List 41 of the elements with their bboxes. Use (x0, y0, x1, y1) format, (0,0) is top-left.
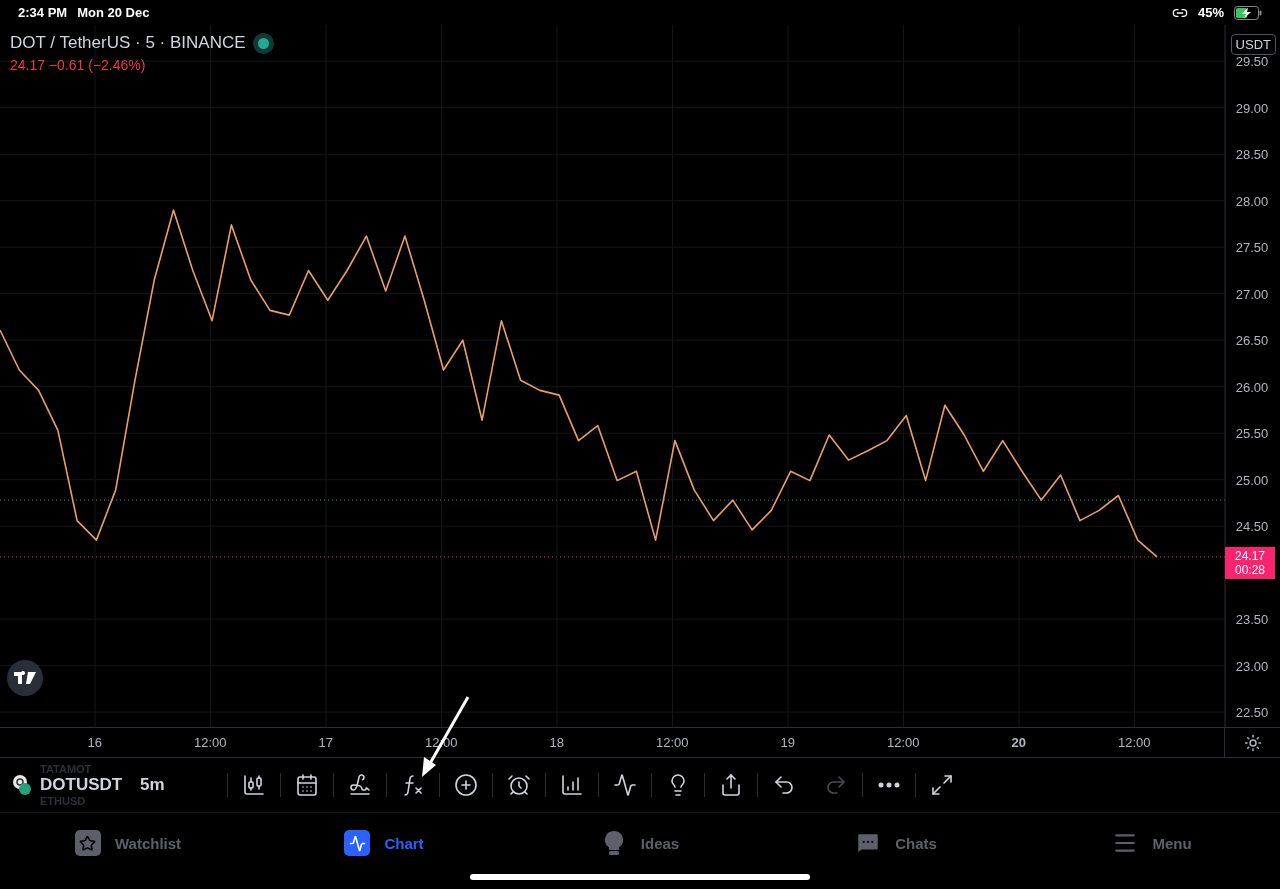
axis-label: 23.50 (1235, 612, 1269, 628)
symbol-logo-icon (12, 774, 32, 796)
date: Mon 20 Dec (77, 5, 150, 20)
axis-label: 28.50 (1235, 147, 1269, 163)
axis-label: 19 (779, 735, 796, 750)
axis-label: 17 (317, 735, 334, 750)
clock: 2:34 PM (18, 5, 68, 20)
axis-label: 18 (548, 735, 565, 750)
logo-icon[interactable] (7, 660, 43, 696)
axis-label: 28.00 (1235, 193, 1269, 209)
axis-label: 26.00 (1235, 379, 1269, 395)
axis-label: 26.50 (1235, 333, 1269, 349)
nav-tab[interactable]: Chart (256, 829, 512, 857)
axis-label: 27.50 (1235, 240, 1269, 256)
symbol-name[interactable]: DOTUSDT (40, 775, 140, 795)
axis-label: 29.00 (1235, 100, 1269, 116)
axis-label: 12:00 (1116, 735, 1152, 750)
settings-icon[interactable] (1243, 733, 1262, 752)
axis-label: 12:00 (192, 735, 228, 750)
price-change: 24.17 −0.61 (−2.46%) (10, 57, 147, 73)
nav-tab[interactable]: Watchlist (0, 829, 256, 857)
chart-title[interactable]: DOT / TetherUS · 5 · BINANCE (10, 33, 246, 53)
axis-label: 25.50 (1235, 426, 1269, 442)
last-price-tag: 24.17 00:28 (1225, 546, 1275, 579)
axis-label: 23.00 (1235, 658, 1269, 674)
nav-tab[interactable]: Chats (768, 829, 1024, 857)
axis-label: 20 (1010, 735, 1027, 750)
interval-label[interactable]: 5m (140, 775, 227, 795)
nav-tab[interactable]: Menu (1024, 829, 1280, 857)
lightbulb-icon (604, 831, 623, 855)
axis-label: 12:00 (654, 735, 690, 750)
axis-label: 12:00 (885, 735, 921, 750)
axis-label: 29.50 (1235, 54, 1269, 70)
nav-tab[interactable]: Ideas (512, 829, 768, 857)
axis-label: 24.50 (1235, 519, 1269, 535)
currency-badge[interactable]: USDT (1230, 34, 1276, 55)
axis-label: 22.50 (1235, 705, 1269, 721)
battery-percent: 45% (1197, 5, 1224, 20)
axis-label: 25.00 (1235, 472, 1269, 488)
axis-label: 27.00 (1235, 286, 1269, 302)
axis-label: 16 (86, 735, 103, 750)
